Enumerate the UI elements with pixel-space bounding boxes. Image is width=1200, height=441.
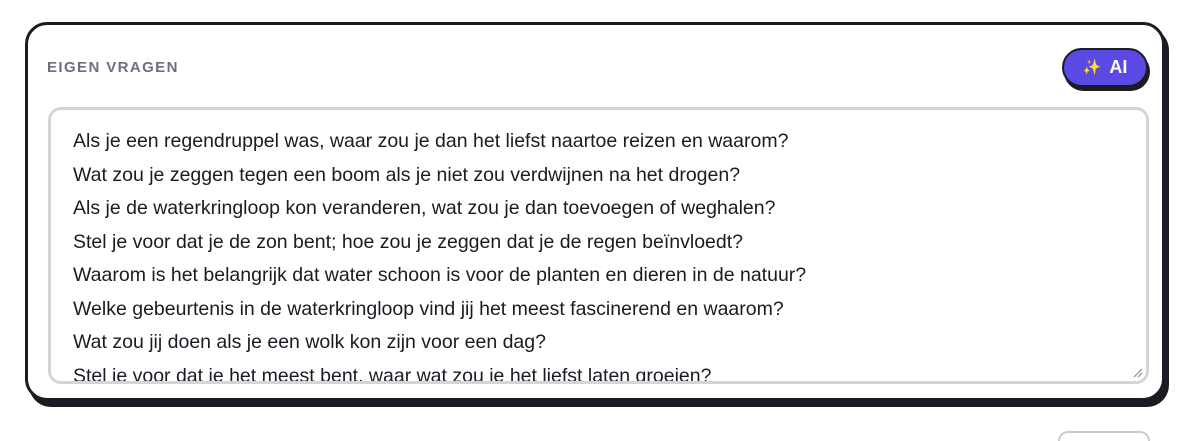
question-line: Stel je voor dat je de zon bent; hoe zou… [73, 230, 743, 253]
question-line: Als je een regendruppel was, waar zou je… [73, 130, 789, 152]
question-line: Stel je voor dat je het meest bent, waar… [73, 364, 712, 384]
section-title: EIGEN VRAGEN [47, 59, 179, 76]
question-line: Wat zou je zeggen tegen een boom als je … [73, 163, 741, 186]
ai-button-label: AI [1109, 57, 1128, 77]
sparkle-icon: ✨ [1082, 58, 1102, 76]
questions-list: Als je een regendruppel was, waar zou je… [73, 125, 1126, 384]
question-line: Waarom is het belangrijk dat water schoo… [73, 264, 807, 286]
questions-card: EIGEN VRAGEN ✨ AI Als je een regendruppe… [25, 22, 1165, 401]
question-line: Wat zou jij doen als je een wolk kon zij… [73, 331, 546, 353]
ai-generate-button[interactable]: ✨ AI [1062, 48, 1148, 87]
next-card-edge [1058, 431, 1150, 441]
resize-handle-icon[interactable] [1133, 368, 1143, 378]
question-line: Welke gebeurtenis in de waterkringloop v… [73, 297, 784, 320]
question-line: Als je de waterkringloop kon veranderen,… [73, 197, 776, 219]
questions-textarea[interactable]: Als je een regendruppel was, waar zou je… [48, 107, 1149, 384]
